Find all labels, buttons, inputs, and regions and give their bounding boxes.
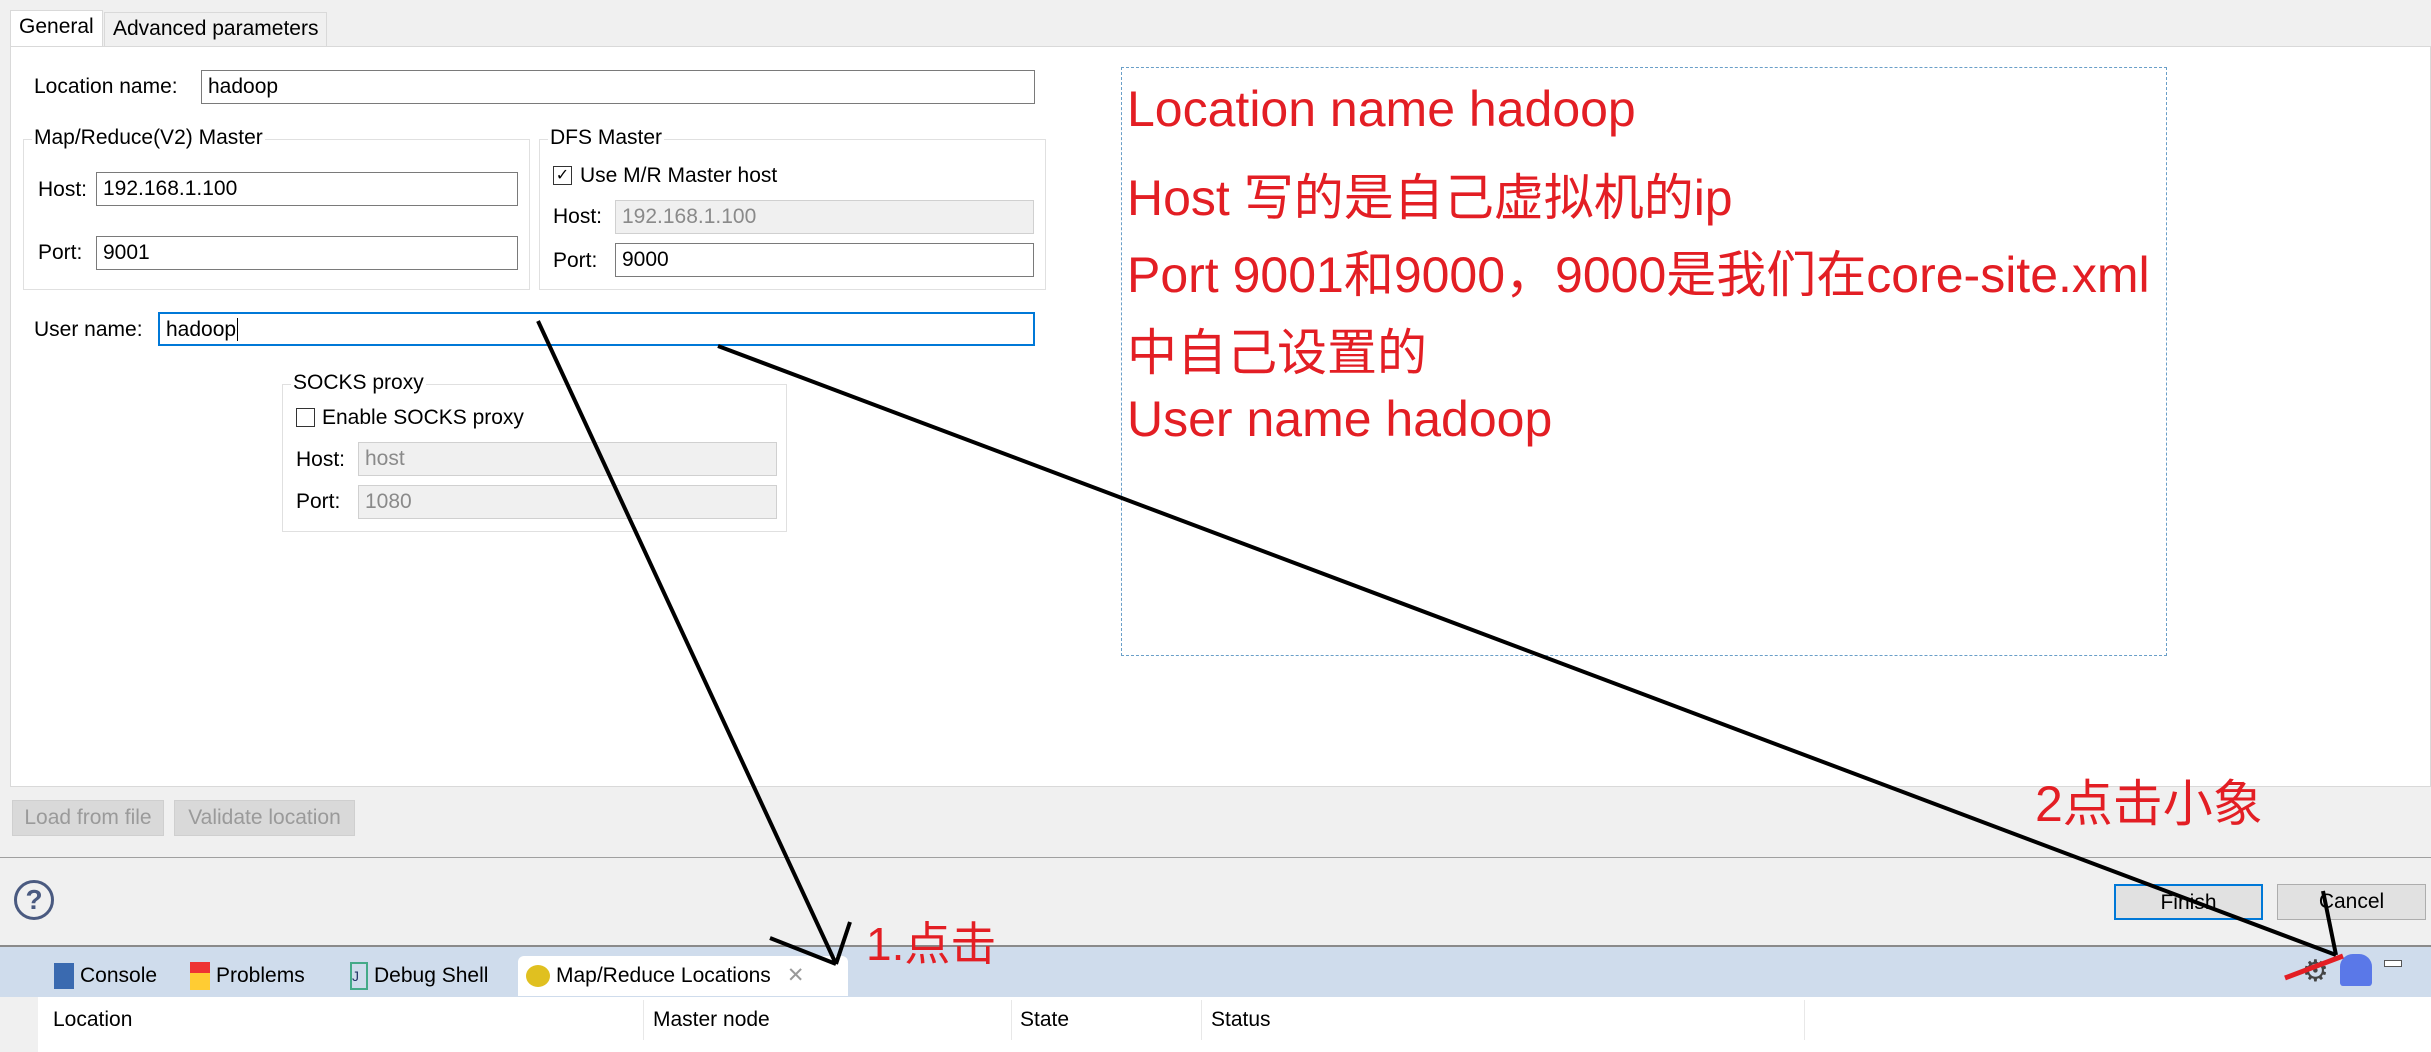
arrow-2-line: [717, 344, 2337, 957]
step-1-label: 1.点击: [866, 918, 997, 970]
red-mark: [2284, 953, 2344, 981]
arrow-2-head: [2321, 890, 2338, 956]
annotation-arrows: [536, 320, 2344, 981]
arrow-1-line: [536, 320, 838, 965]
step-2-label: 2点击小象: [2035, 776, 2263, 832]
arrow-1-head-right: [834, 921, 852, 965]
